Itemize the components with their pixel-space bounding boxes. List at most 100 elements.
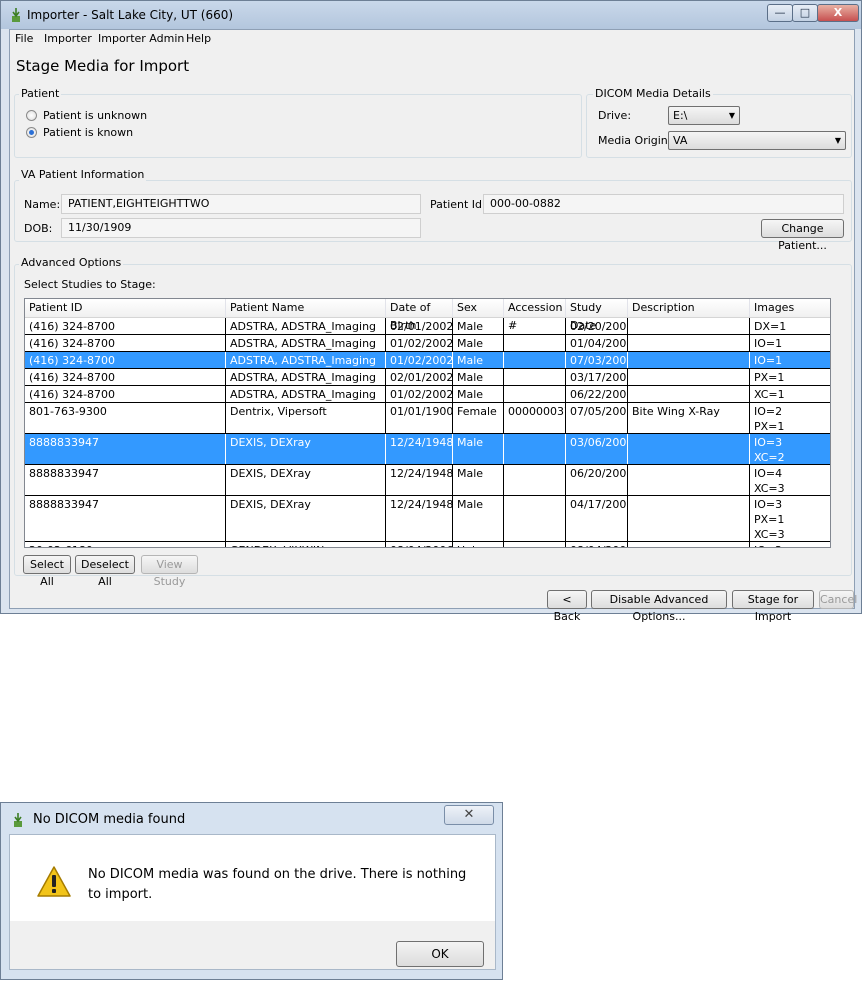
table-row[interactable]: 8888833947 DEXIS, DEXray 12/24/1948 Male 06/… — [25, 465, 830, 496]
table-cell-dob: 02/01/2002 — [386, 369, 453, 385]
table-cell-dob: 01/02/2002 — [386, 335, 453, 351]
patient-id-label: Patient Id: — [430, 198, 486, 211]
radio-patient-unknown[interactable]: Patient is unknown — [26, 109, 147, 122]
table-cell-study-date: 04/17/2006 — [566, 496, 628, 541]
close-button[interactable]: X — [817, 4, 859, 22]
ok-button[interactable]: OK — [396, 941, 484, 967]
table-cell-study-date: 08/04/2006 — [566, 542, 628, 547]
menu-file[interactable]: File — [15, 32, 33, 45]
table-cell-study-date: 07/05/2005 — [566, 403, 628, 433]
table-cell-accession: 000000037 — [504, 403, 566, 433]
table-cell-sex: Unknown — [453, 542, 504, 547]
column-header[interactable]: Sex — [453, 299, 504, 317]
dicom-group-label: DICOM Media Details — [593, 87, 713, 100]
table-cell-images: IO=3 PX=1 XC=3 — [750, 496, 830, 541]
table-cell-dob: 12/24/1948 — [386, 465, 453, 495]
table-cell-patient-id: 8888833947 — [25, 496, 226, 541]
dob-field: 11/30/1909 — [61, 218, 421, 238]
disable-advanced-options-button[interactable]: Disable Advanced Options... — [591, 590, 727, 623]
column-header[interactable]: Patient Name — [226, 299, 386, 317]
table-cell-dob: 01/02/2002 — [386, 352, 453, 368]
menu-help[interactable]: Help — [186, 32, 211, 45]
table-row[interactable]: (416) 324-8700 ADSTRA, ADSTRA_Imaging 02/0… — [25, 369, 830, 386]
table-cell-study-date: 06/22/2006 — [566, 386, 628, 402]
table-row[interactable]: 8888833947 DEXIS, DEXray 12/24/1948 Male 03/… — [25, 434, 830, 465]
radio-label: Patient is unknown — [43, 109, 148, 122]
maximize-button[interactable]: □ — [792, 4, 818, 22]
minimize-button[interactable]: — — [767, 4, 793, 22]
table-cell-name: ADSTRA, ADSTRA_Imaging — [226, 318, 386, 334]
radio-label: Patient is known — [43, 126, 134, 139]
media-origin-select[interactable]: VA ▼ — [668, 131, 846, 150]
table-cell-name: ADSTRA, ADSTRA_Imaging — [226, 335, 386, 351]
table-row[interactable]: (416) 324-8700 ADSTRA, ADSTRA_Imaging 02/0… — [25, 318, 830, 335]
column-header[interactable]: Description — [628, 299, 750, 317]
table-cell-description — [628, 318, 750, 334]
table-cell-accession — [504, 335, 566, 351]
table-cell-images: IO=2 PX=1 — [750, 403, 830, 433]
table-row[interactable]: (416) 324-8700 ADSTRA, ADSTRA_Imaging 01/0… — [25, 335, 830, 352]
table-cell-name: GENDEX, VIXWIN — [226, 542, 386, 547]
patient-id-field: 000-00-0882 — [483, 194, 844, 214]
table-cell-dob: 01/01/1900 — [386, 403, 453, 433]
column-header[interactable]: Study Date — [566, 299, 628, 332]
dialog-close-button[interactable]: ✕ — [444, 805, 494, 825]
table-cell-images: IO=2 — [750, 542, 830, 547]
change-patient-button[interactable]: Change Patient... — [761, 219, 844, 252]
table-cell-name: ADSTRA, ADSTRA_Imaging — [226, 369, 386, 385]
table-cell-sex: Male — [453, 434, 504, 464]
title-bar[interactable]: Importer - Salt Lake City, UT (660) — □ … — [1, 1, 861, 29]
select-all-button[interactable]: Select All — [23, 555, 71, 588]
table-cell-study-date: 02/20/2005 — [566, 318, 628, 334]
back-button[interactable]: < Back — [547, 590, 587, 623]
media-origin-label: Media Origin: — [598, 134, 672, 147]
table-cell-name: ADSTRA, ADSTRA_Imaging — [226, 352, 386, 368]
table-row[interactable]: 801-763-9300 Dentrix, Vipersoft 01/01/1900… — [25, 403, 830, 434]
table-cell-description — [628, 335, 750, 351]
table-cell-images: IO=4 XC=3 — [750, 465, 830, 495]
table-cell-accession — [504, 386, 566, 402]
importer-window: Importer - Salt Lake City, UT (660) — □ … — [0, 0, 862, 623]
menu-importer-admin[interactable]: Importer Admin — [98, 32, 184, 45]
table-cell-description — [628, 386, 750, 402]
view-study-button[interactable]: View Study — [141, 555, 198, 588]
table-cell-description — [628, 465, 750, 495]
dialog-body: No DICOM media was found on the drive. T… — [9, 834, 496, 970]
table-cell-dob: 08/04/2006 — [386, 542, 453, 547]
column-header[interactable]: Images — [750, 299, 830, 317]
column-header[interactable]: Patient ID — [25, 299, 226, 317]
studies-table: Patient ID Patient Name Date of Birth Sex Ac… — [24, 298, 831, 548]
app-icon — [12, 8, 20, 22]
table-cell-patient-id: (416) 324-8700 — [25, 352, 226, 368]
table-cell-images: IO=1 — [750, 352, 830, 368]
radio-button[interactable] — [26, 110, 37, 121]
table-cell-patient-id: (416) 324-8700 — [25, 369, 226, 385]
table-cell-accession — [504, 542, 566, 547]
table-cell-sex: Male — [453, 386, 504, 402]
table-cell-patient-id: 20-02-6180 — [25, 542, 226, 547]
drive-select[interactable]: E:\ ▼ — [668, 106, 740, 125]
table-row[interactable]: (416) 324-8700 ADSTRA, ADSTRA_Imaging 01/0… — [25, 352, 830, 369]
table-cell-accession — [504, 369, 566, 385]
deselect-all-button[interactable]: Deselect All — [75, 555, 135, 588]
table-cell-sex: Male — [453, 465, 504, 495]
column-header[interactable]: Date of Birth — [386, 299, 453, 332]
warning-icon — [37, 866, 71, 897]
table-cell-accession — [504, 352, 566, 368]
stage-for-import-button[interactable]: Stage for Import — [732, 590, 814, 623]
table-cell-dob: 02/01/2002 — [386, 318, 453, 334]
table-row[interactable]: (416) 324-8700 ADSTRA, ADSTRA_Imaging 01/0… — [25, 386, 830, 403]
radio-button-selected[interactable] — [26, 127, 37, 138]
table-cell-name: DEXIS, DEXray — [226, 465, 386, 495]
radio-patient-known[interactable]: Patient is known — [26, 126, 133, 139]
table-cell-name: ADSTRA, ADSTRA_Imaging — [226, 386, 386, 402]
cancel-button[interactable]: Cancel — [819, 590, 857, 609]
table-row[interactable]: 8888833947 DEXIS, DEXray 12/24/1948 Male 04/… — [25, 496, 830, 542]
table-row[interactable]: 20-02-6180GENDEX, VIXWIN08/04/2006Unknow… — [25, 542, 830, 547]
table-cell-description — [628, 434, 750, 464]
page-title: Stage Media for Import — [16, 57, 190, 75]
patient-group-label: Patient — [19, 87, 62, 100]
column-header[interactable]: Accession # — [504, 299, 566, 332]
drive-value: E:\ — [673, 109, 688, 122]
menu-importer[interactable]: Importer — [44, 32, 92, 45]
